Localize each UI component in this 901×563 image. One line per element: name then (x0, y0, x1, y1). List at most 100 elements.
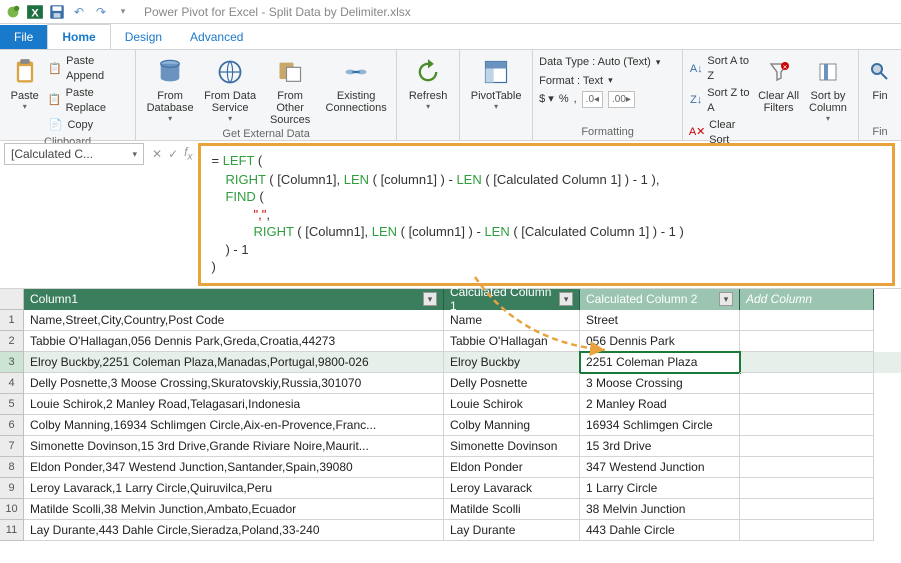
tab-file[interactable]: File (0, 25, 47, 49)
row-header[interactable]: 8 (0, 457, 23, 478)
sort-by-column-button[interactable]: Sort by Column▾ (804, 54, 852, 123)
refresh-button[interactable]: Refresh▾ (403, 54, 453, 111)
cell[interactable]: 38 Melvin Junction (580, 499, 740, 520)
paste-replace-button[interactable]: 📋Paste Replace (47, 86, 129, 117)
cell[interactable] (740, 415, 874, 436)
row-header[interactable]: 2 (0, 331, 23, 352)
select-all-corner[interactable] (0, 289, 23, 310)
group-formatting: Data Type : Auto (Text)▾ Format : Text▾ … (533, 50, 683, 140)
cell[interactable]: Simonette Dovinson (444, 436, 580, 457)
cell[interactable]: Eldon Ponder (444, 457, 580, 478)
filter-dropdown-icon[interactable]: ▾ (559, 292, 573, 306)
cell[interactable]: Tabbie O'Hallagan,056 Dennis Park,Greda,… (24, 331, 444, 352)
increase-decimal-button[interactable]: .0◂ (582, 91, 603, 108)
cell[interactable]: Name,Street,City,Country,Post Code (24, 310, 444, 331)
cell[interactable]: Louie Schirok,2 Manley Road,Telagasari,I… (24, 394, 444, 415)
tab-design[interactable]: Design (111, 25, 176, 49)
cell[interactable]: Lay Durante (444, 520, 580, 541)
formula-input[interactable]: = LEFT ( RIGHT ( [Column1], LEN ( [colum… (198, 143, 895, 286)
cell[interactable] (740, 310, 874, 331)
cell[interactable]: 2251 Coleman Plaza (580, 352, 740, 373)
cell[interactable]: Simonette Dovinson,15 3rd Drive,Grande R… (24, 436, 444, 457)
from-other-sources-button[interactable]: From Other Sources (262, 54, 318, 126)
cell[interactable] (740, 373, 874, 394)
cell[interactable]: Name (444, 310, 580, 331)
cell[interactable]: Delly Posnette (444, 373, 580, 394)
col-header-add[interactable]: Add Column (740, 289, 874, 310)
undo-icon[interactable]: ↶ (70, 3, 88, 21)
cell[interactable]: Colby Manning,16934 Schlimgen Circle,Aix… (24, 415, 444, 436)
row-header[interactable]: 7 (0, 436, 23, 457)
cell[interactable]: Tabbie O'Hallagan (444, 331, 580, 352)
cell[interactable]: 16934 Schlimgen Circle (580, 415, 740, 436)
redo-icon[interactable]: ↷ (92, 3, 110, 21)
filter-dropdown-icon[interactable]: ▾ (423, 292, 437, 306)
cell[interactable]: Matilde Scolli (444, 499, 580, 520)
cell[interactable] (740, 436, 874, 457)
cell[interactable]: Louie Schirok (444, 394, 580, 415)
cancel-formula-icon[interactable]: ✕ (152, 147, 162, 161)
accept-formula-icon[interactable]: ✓ (168, 147, 178, 161)
cell[interactable]: 056 Dennis Park (580, 331, 740, 352)
paste-append-button[interactable]: 📋Paste Append (47, 54, 129, 85)
pivottable-button[interactable]: PivotTable▾ (466, 54, 526, 111)
paste-button[interactable]: Paste ▾ (6, 54, 43, 111)
from-database-button[interactable]: From Database▾ (142, 54, 198, 123)
tab-advanced[interactable]: Advanced (176, 25, 257, 49)
percent-button[interactable]: % (559, 91, 569, 108)
row-header[interactable]: 3 (0, 352, 23, 373)
find-button[interactable]: Fin (865, 54, 895, 102)
cell[interactable]: 443 Dahle Circle (580, 520, 740, 541)
comma-button[interactable]: , (574, 91, 577, 108)
cell[interactable]: Leroy Lavarack,1 Larry Circle,Quiruvilca… (24, 478, 444, 499)
row-header[interactable]: 4 (0, 373, 23, 394)
decrease-decimal-button[interactable]: .00▸ (608, 91, 635, 108)
cell[interactable] (740, 499, 874, 520)
row-header[interactable]: 1 (0, 310, 23, 331)
filter-dropdown-icon[interactable]: ▾ (719, 292, 733, 306)
cell[interactable]: 3 Moose Crossing (580, 373, 740, 394)
col-header-calc1[interactable]: Calculated Column 1▾ (444, 289, 580, 310)
cell[interactable] (740, 478, 874, 499)
col-header-calc2[interactable]: Calculated Column 2▾ (580, 289, 740, 310)
cell[interactable]: Delly Posnette,3 Moose Crossing,Skuratov… (24, 373, 444, 394)
col-header-column1[interactable]: Column1▾ (24, 289, 444, 310)
cell[interactable]: Colby Manning (444, 415, 580, 436)
sort-za-button[interactable]: Z↓Sort Z to A (689, 86, 753, 117)
clear-filters-button[interactable]: ✕Clear All Filters (757, 54, 800, 114)
qat-dropdown-icon[interactable]: ▾ (114, 3, 132, 21)
cell[interactable]: Elroy Buckby (444, 352, 580, 373)
cell[interactable]: Street (580, 310, 740, 331)
cell[interactable]: Leroy Lavarack (444, 478, 580, 499)
cell[interactable] (740, 457, 874, 478)
row-header[interactable]: 6 (0, 415, 23, 436)
cell[interactable] (740, 352, 874, 373)
cell[interactable]: 2 Manley Road (580, 394, 740, 415)
row-header[interactable]: 10 (0, 499, 23, 520)
from-data-service-button[interactable]: From Data Service▾ (202, 54, 258, 123)
copy-button[interactable]: 📄Copy (47, 118, 129, 134)
existing-connections-button[interactable]: Existing Connections (322, 54, 390, 114)
name-box[interactable]: [Calculated C... ▾ (4, 143, 144, 165)
currency-button[interactable]: $ ▾ (539, 91, 554, 108)
data-type-selector[interactable]: Data Type : Auto (Text)▾ (539, 54, 660, 71)
cell[interactable] (740, 520, 874, 541)
cell[interactable] (740, 394, 874, 415)
cell[interactable]: 1 Larry Circle (580, 478, 740, 499)
fx-icon[interactable]: fx (184, 145, 192, 162)
save-icon[interactable] (48, 3, 66, 21)
formula-bar: [Calculated C... ▾ ✕ ✓ fx = LEFT ( RIGHT… (0, 141, 901, 289)
cell[interactable]: Eldon Ponder,347 Westend Junction,Santan… (24, 457, 444, 478)
cell[interactable] (740, 331, 874, 352)
cell[interactable]: 347 Westend Junction (580, 457, 740, 478)
cell[interactable]: 15 3rd Drive (580, 436, 740, 457)
row-header[interactable]: 9 (0, 478, 23, 499)
row-header[interactable]: 5 (0, 394, 23, 415)
format-selector[interactable]: Format : Text▾ (539, 73, 613, 90)
cell[interactable]: Matilde Scolli,38 Melvin Junction,Ambato… (24, 499, 444, 520)
sort-az-button[interactable]: A↓Sort A to Z (689, 54, 753, 85)
tab-home[interactable]: Home (47, 24, 110, 49)
cell[interactable]: Elroy Buckby,2251 Coleman Plaza,Manadas,… (24, 352, 444, 373)
cell[interactable]: Lay Durante,443 Dahle Circle,Sieradza,Po… (24, 520, 444, 541)
row-header[interactable]: 11 (0, 520, 23, 541)
